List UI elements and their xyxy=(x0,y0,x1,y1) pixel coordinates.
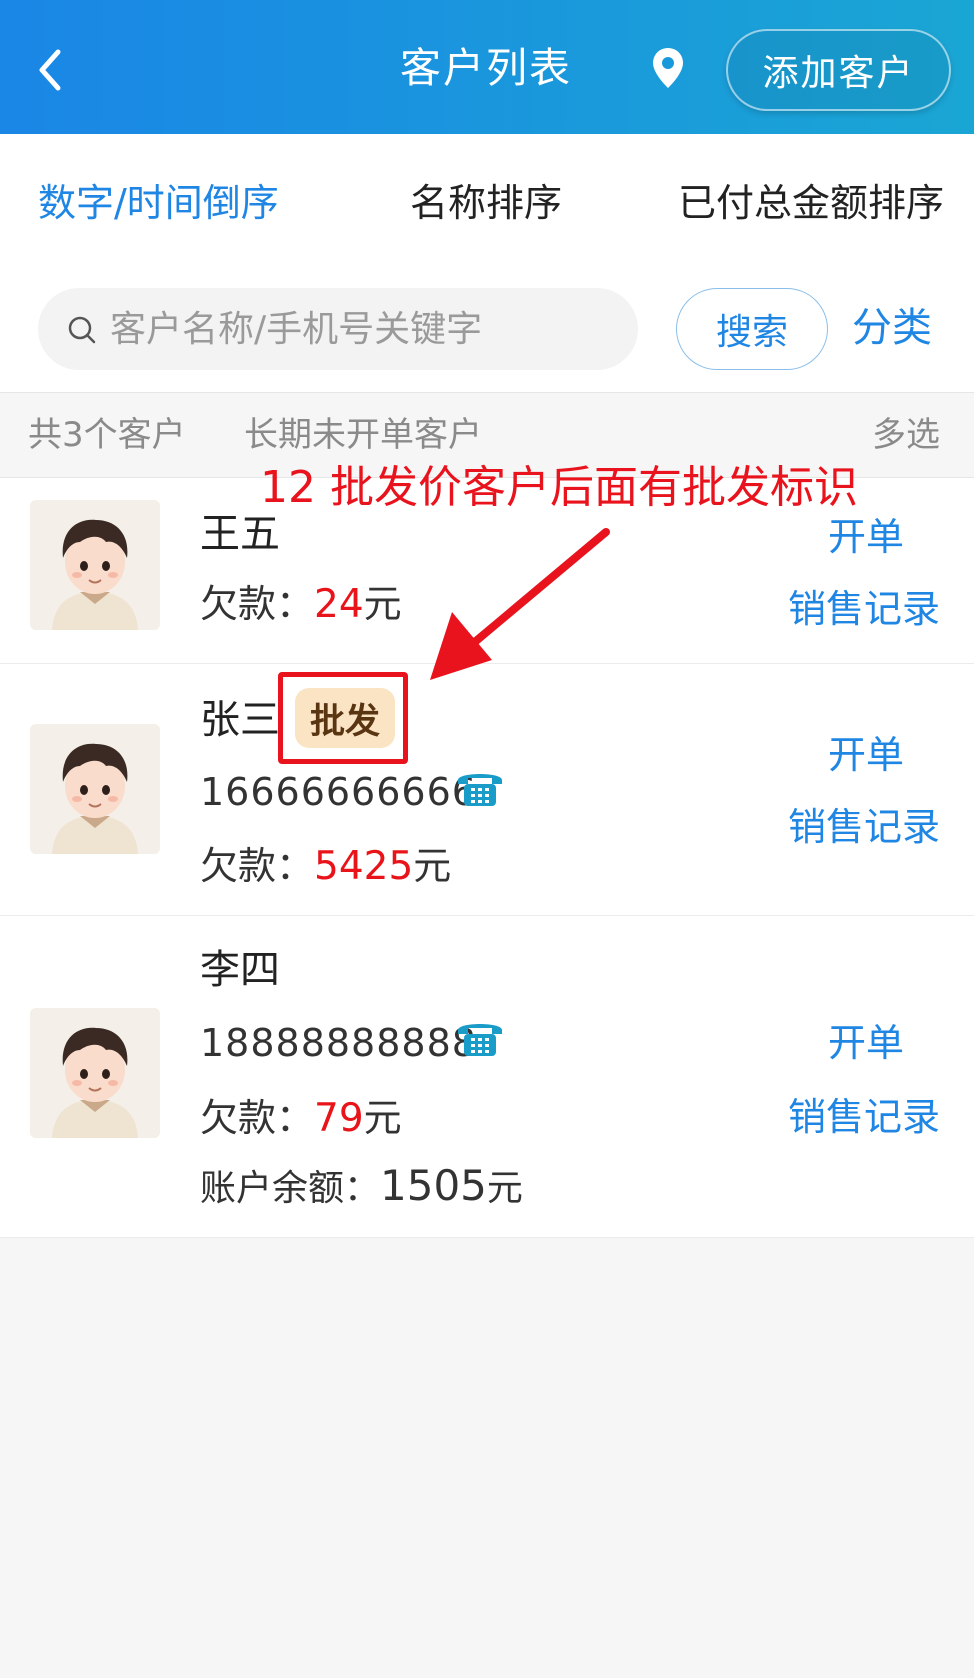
avatar xyxy=(30,500,160,630)
search-icon xyxy=(68,316,96,344)
balance-amount: 1505 xyxy=(380,1161,487,1210)
avatar xyxy=(30,1008,160,1138)
search-button[interactable]: 搜索 xyxy=(676,288,828,370)
customer-name: 张三 xyxy=(200,697,280,743)
customer-name: 李四 xyxy=(200,947,280,993)
debt-unit: 元 xyxy=(363,1096,402,1140)
customer-row[interactable]: 李四 18888888888 欠款：79元 账户余额：1505元 开单 销售记录 xyxy=(0,916,974,1238)
sales-record-button[interactable]: 销售记录 xyxy=(788,1092,940,1142)
balance-unit: 元 xyxy=(486,1168,523,1209)
location-pin-icon[interactable] xyxy=(650,46,686,90)
annotation-text: 12 批发价客户后面有批发标识 xyxy=(260,462,858,513)
telephone-icon[interactable] xyxy=(454,766,506,810)
sort-tab-number-time[interactable]: 数字/时间倒序 xyxy=(38,178,279,228)
avatar-boy-icon xyxy=(30,724,160,854)
classify-button[interactable]: 分类 xyxy=(852,298,932,358)
sales-record-button[interactable]: 销售记录 xyxy=(788,802,940,852)
page-title-text: 客户列表 xyxy=(400,44,572,92)
long-inactive-filter[interactable]: 长期未开单客户 xyxy=(244,413,482,457)
customer-phone: 16666666666 xyxy=(200,770,477,814)
sort-tab-paid-total[interactable]: 已付总金额排序 xyxy=(678,178,944,228)
debt-label: 欠款： xyxy=(200,582,315,626)
customer-debt: 欠款：5425元 xyxy=(200,840,451,893)
telephone-icon[interactable] xyxy=(454,1016,506,1060)
debt-amount: 24 xyxy=(314,582,364,627)
avatar-boy-icon xyxy=(30,1008,160,1138)
search-box xyxy=(38,288,638,370)
debt-label: 欠款： xyxy=(200,1096,315,1140)
annotation-highlight-box xyxy=(278,672,408,764)
avatar xyxy=(30,724,160,854)
open-order-button[interactable]: 开单 xyxy=(828,730,904,780)
customer-balance: 账户余额：1505元 xyxy=(200,1160,523,1215)
debt-amount: 79 xyxy=(314,1096,364,1141)
sales-record-button[interactable]: 销售记录 xyxy=(788,584,940,634)
debt-unit: 元 xyxy=(363,582,402,626)
sort-tab-name[interactable]: 名称排序 xyxy=(410,178,562,228)
customer-debt: 欠款：24元 xyxy=(200,578,402,631)
debt-unit: 元 xyxy=(413,844,452,888)
add-customer-button[interactable]: 添加客户 xyxy=(726,29,951,111)
search-input[interactable] xyxy=(110,288,620,370)
open-order-button[interactable]: 开单 xyxy=(828,1018,904,1068)
customer-debt: 欠款：79元 xyxy=(200,1092,402,1145)
multi-select-button[interactable]: 多选 xyxy=(872,413,940,457)
balance-label: 账户余额： xyxy=(200,1168,381,1209)
customer-row[interactable]: 张三 16666666666 欠款：5425元 开单 销售记录 xyxy=(0,664,974,916)
customer-phone: 18888888888 xyxy=(200,1021,477,1065)
avatar-boy-icon xyxy=(30,500,160,630)
open-order-button[interactable]: 开单 xyxy=(828,512,904,562)
debt-amount: 5425 xyxy=(314,844,414,889)
sort-bar: 数字/时间倒序 名称排序 已付总金额排序 xyxy=(0,134,974,258)
app-header: 客户列表 添加客户 xyxy=(0,0,974,134)
search-row: 搜索 分类 xyxy=(0,258,974,392)
customer-count: 共3个客户 xyxy=(28,415,186,455)
debt-label: 欠款： xyxy=(200,844,315,888)
